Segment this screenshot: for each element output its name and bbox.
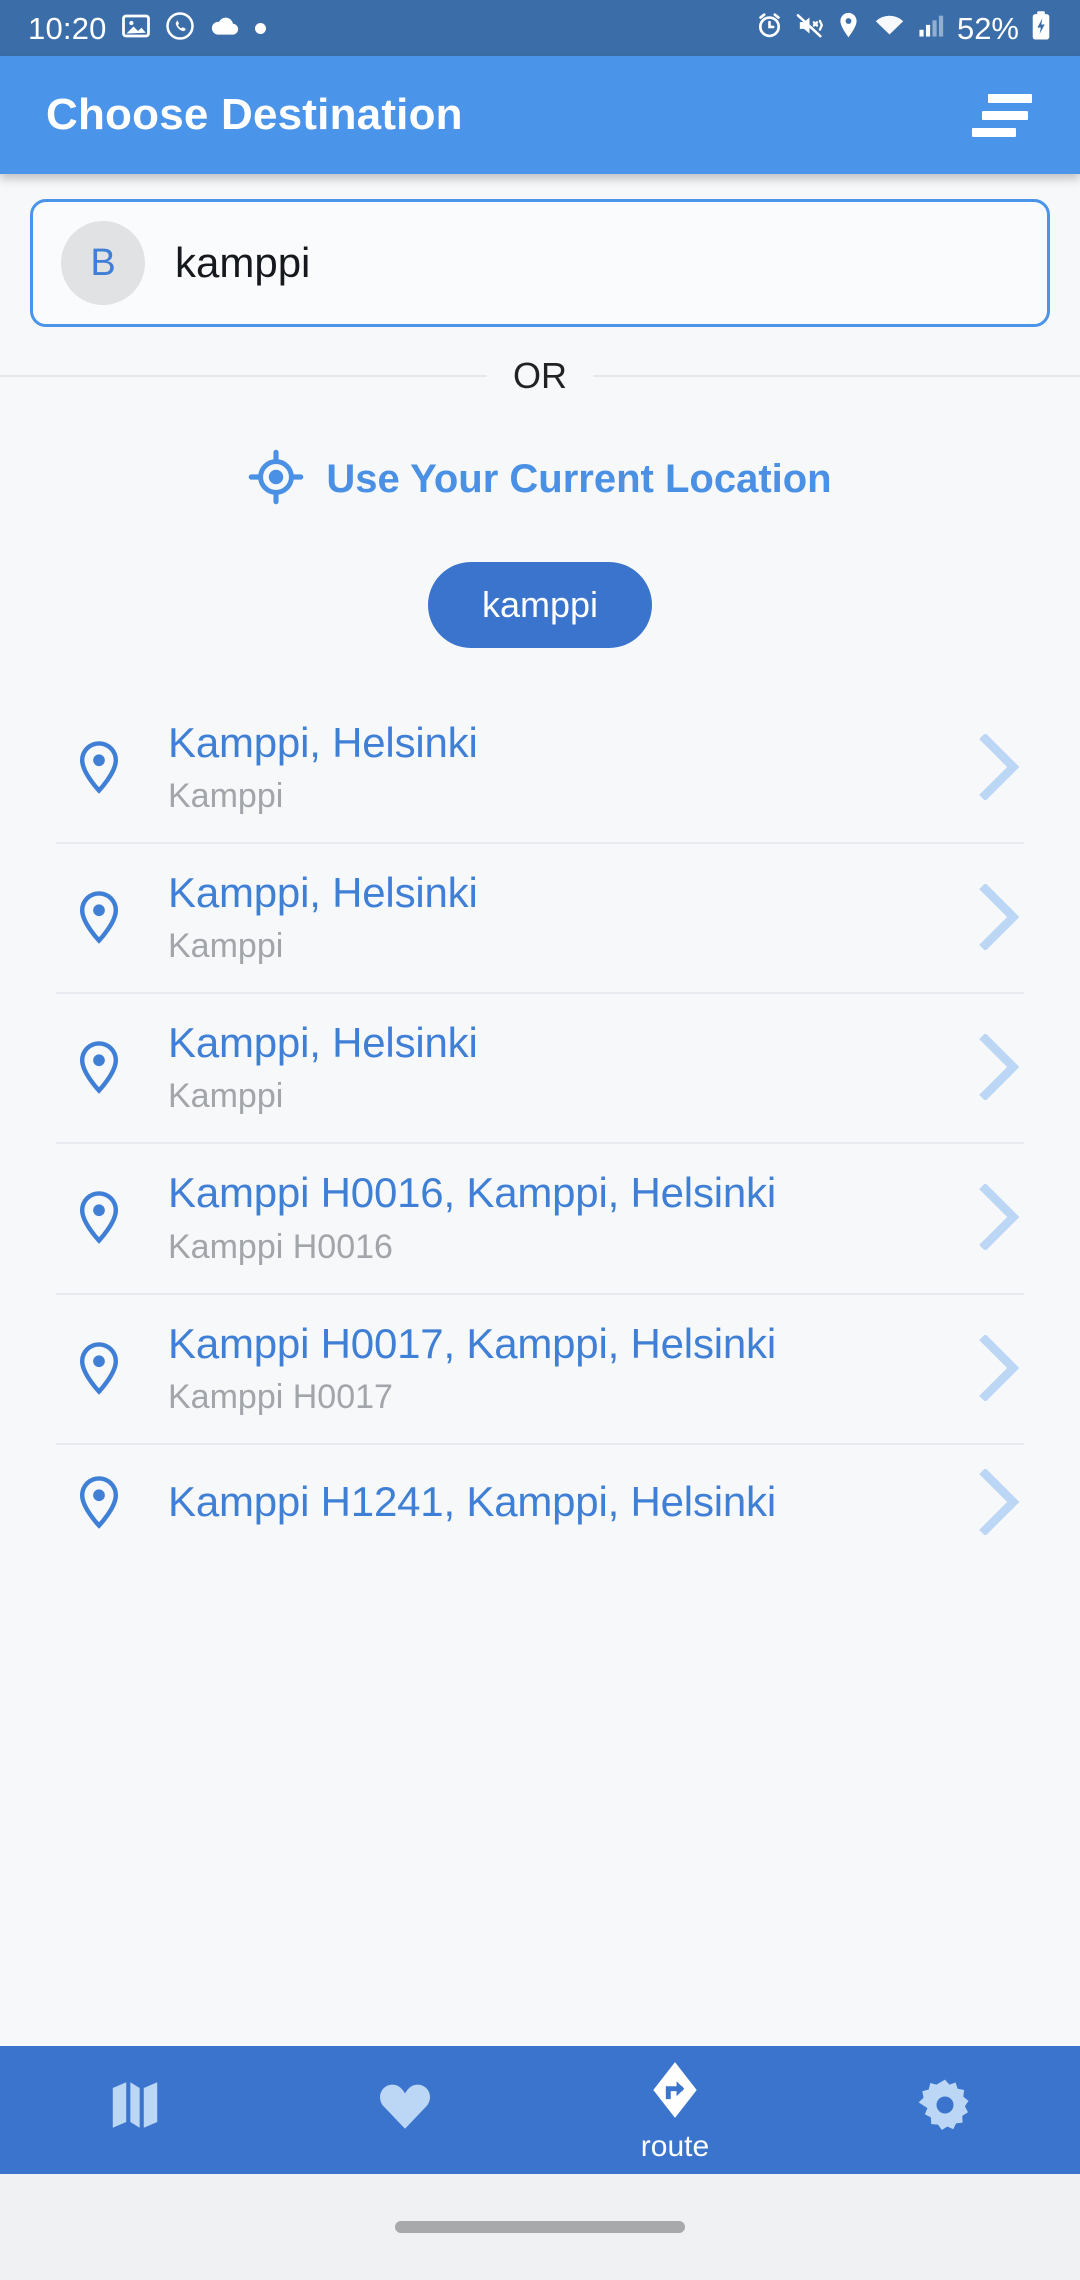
query-chip[interactable]: kamppi xyxy=(427,562,653,648)
app-screen: 10:20 52% Choose Destination B kamppi OR… xyxy=(0,0,1080,2280)
nav-item-settings[interactable] xyxy=(810,2046,1080,2174)
or-label: OR xyxy=(513,355,567,396)
result-subtitle: Kamppi H0016 xyxy=(168,1227,393,1266)
use-current-location-label: Use Your Current Location xyxy=(326,457,832,501)
result-text-block: Kamppi, Helsinki Kamppi xyxy=(142,718,964,816)
result-subtitle: Kamppi xyxy=(168,927,284,966)
whatsapp-icon xyxy=(165,11,195,46)
chevron-right-icon[interactable] xyxy=(964,734,1024,801)
query-chip-row: kamppi xyxy=(0,562,1080,648)
result-list-item[interactable]: Kamppi, Helsinki Kamppi xyxy=(56,844,1024,966)
wifi-icon xyxy=(873,12,906,44)
results-list: Kamppi, Helsinki Kamppi Kamppi, Helsinki Ka… xyxy=(0,694,1080,1535)
result-title: Kamppi, Helsinki xyxy=(168,719,478,766)
result-text-block: Kamppi, Helsinki Kamppi xyxy=(142,868,964,966)
avatar-letter: B xyxy=(90,241,116,284)
chevron-right-icon[interactable] xyxy=(964,884,1024,951)
nav-item-favorites[interactable] xyxy=(270,2046,540,2174)
hamburger-menu-icon[interactable] xyxy=(972,93,1032,137)
photos-icon xyxy=(121,11,151,46)
result-text-block: Kamppi H1241, Kamppi, Helsinki xyxy=(142,1477,964,1526)
chevron-right-icon[interactable] xyxy=(964,1034,1024,1101)
search-input[interactable]: kamppi xyxy=(175,239,310,287)
result-list-item[interactable]: Kamppi, Helsinki Kamppi xyxy=(56,994,1024,1116)
map-icon xyxy=(104,2074,166,2141)
status-bar-left: 10:20 xyxy=(28,11,266,46)
result-list-item[interactable]: Kamppi, Helsinki Kamppi xyxy=(56,694,1024,816)
chevron-right-icon[interactable] xyxy=(964,1184,1024,1251)
result-list-item[interactable]: Kamppi H1241, Kamppi, Helsinki xyxy=(56,1445,1024,1535)
destination-search-field[interactable]: B kamppi xyxy=(30,199,1050,327)
battery-percent-label: 52% xyxy=(956,10,1019,46)
nav-label-route: route xyxy=(640,2129,710,2163)
map-pin-icon xyxy=(56,1189,142,1245)
location-icon xyxy=(835,11,862,45)
map-pin-icon xyxy=(56,889,142,945)
search-section: B kamppi xyxy=(0,174,1080,327)
status-bar-right: 52% xyxy=(755,10,1052,46)
app-bar: Choose Destination xyxy=(0,56,1080,174)
bottom-navigation-bar: route xyxy=(0,2046,1080,2174)
result-title: Kamppi H1241, Kamppi, Helsinki xyxy=(168,1478,776,1526)
result-subtitle: Kamppi xyxy=(168,777,284,816)
result-title: Kamppi H0017, Kamppi, Helsinki xyxy=(168,1319,776,1367)
hamburger-bar xyxy=(988,93,1032,103)
gear-icon xyxy=(914,2074,976,2141)
result-subtitle: Kamppi H0017 xyxy=(168,1377,393,1416)
use-current-location-button[interactable]: Use Your Current Location xyxy=(0,449,1080,510)
map-pin-icon xyxy=(56,1474,142,1530)
battery-charging-icon xyxy=(1030,10,1052,46)
nav-item-map[interactable] xyxy=(0,2046,270,2174)
result-subtitle: Kamppi xyxy=(168,1077,284,1116)
home-gesture-bar[interactable] xyxy=(395,2221,685,2233)
result-list-item[interactable]: Kamppi H0017, Kamppi, Helsinki Kamppi H00… xyxy=(56,1295,1024,1417)
avatar: B xyxy=(61,221,145,305)
cellular-signal-icon xyxy=(917,12,944,44)
page-title: Choose Destination xyxy=(46,90,463,139)
map-pin-icon xyxy=(56,739,142,795)
status-bar: 10:20 52% xyxy=(0,0,1080,56)
dot-indicator-icon xyxy=(254,22,266,34)
chevron-right-icon[interactable] xyxy=(964,1468,1024,1535)
divider-line-left xyxy=(0,375,487,377)
hamburger-bar xyxy=(982,110,1028,120)
result-text-block: Kamppi, Helsinki Kamppi xyxy=(142,1018,964,1116)
gesture-nav-area xyxy=(0,2174,1080,2280)
heart-icon xyxy=(374,2074,436,2141)
hamburger-bar xyxy=(972,127,1016,137)
status-bar-clock: 10:20 xyxy=(28,10,107,46)
result-title: Kamppi, Helsinki xyxy=(168,869,478,917)
result-text-block: Kamppi H0016, Kamppi, Helsinki Kamppi H00… xyxy=(142,1168,964,1266)
map-pin-icon xyxy=(56,1340,142,1396)
result-title: Kamppi H0016, Kamppi, Helsinki xyxy=(168,1169,776,1217)
result-text-block: Kamppi H0017, Kamppi, Helsinki Kamppi H00… xyxy=(142,1319,964,1417)
divider-line-right xyxy=(593,375,1080,377)
map-pin-icon xyxy=(56,1039,142,1095)
or-divider: OR xyxy=(0,355,1080,397)
chevron-right-icon[interactable] xyxy=(964,1334,1024,1401)
alarm-icon xyxy=(755,11,784,45)
cloud-icon xyxy=(209,13,241,44)
result-list-item[interactable]: Kamppi H0016, Kamppi, Helsinki Kamppi H00… xyxy=(56,1144,1024,1266)
main-content: B kamppi OR Use Your Current Location ka… xyxy=(0,174,1080,1535)
route-sign-icon xyxy=(644,2059,706,2126)
result-title: Kamppi, Helsinki xyxy=(168,1019,478,1067)
nav-item-route[interactable]: route xyxy=(540,2046,810,2174)
mute-vibrate-icon xyxy=(795,11,824,45)
gps-crosshair-icon xyxy=(248,449,304,510)
